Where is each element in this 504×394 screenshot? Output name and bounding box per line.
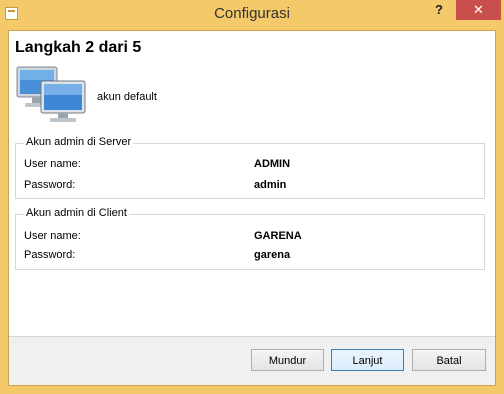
back-button[interactable]: Mundur (251, 349, 324, 371)
step-title: Langkah 2 dari 5 (15, 39, 142, 56)
server-username-value: ADMIN (254, 158, 291, 170)
dialog-content: Langkah 2 dari 5 akun default Akun admin… (8, 30, 496, 386)
client-username-label: User name: (24, 230, 81, 242)
close-button[interactable]: ✕ (456, 0, 501, 20)
dialog-window: Configurasi ? ✕ Langkah 2 dari 5 akun de… (0, 0, 504, 394)
client-password-label: Password: (24, 249, 76, 261)
server-account-group: Akun admin di Server User name: ADMIN Pa… (15, 136, 485, 199)
button-bar: Mundur Lanjut Batal (9, 336, 495, 385)
next-button[interactable]: Lanjut (331, 349, 404, 371)
help-button[interactable]: ? (429, 2, 449, 20)
client-username-value: GARENA (254, 230, 302, 242)
network-computers-icon (16, 66, 86, 122)
server-username-label: User name: (24, 158, 81, 170)
client-group-title: Akun admin di Client (24, 207, 129, 219)
cancel-button[interactable]: Batal (412, 349, 486, 371)
client-account-group: Akun admin di Client User name: GARENA P… (15, 207, 485, 270)
server-password-value: admin (254, 179, 287, 191)
client-password-value: garena (254, 249, 291, 261)
default-account-caption: akun default (97, 91, 157, 103)
server-password-label: Password: (24, 179, 76, 191)
title-bar[interactable]: Configurasi ? ✕ (0, 0, 504, 30)
server-group-title: Akun admin di Server (24, 136, 134, 148)
